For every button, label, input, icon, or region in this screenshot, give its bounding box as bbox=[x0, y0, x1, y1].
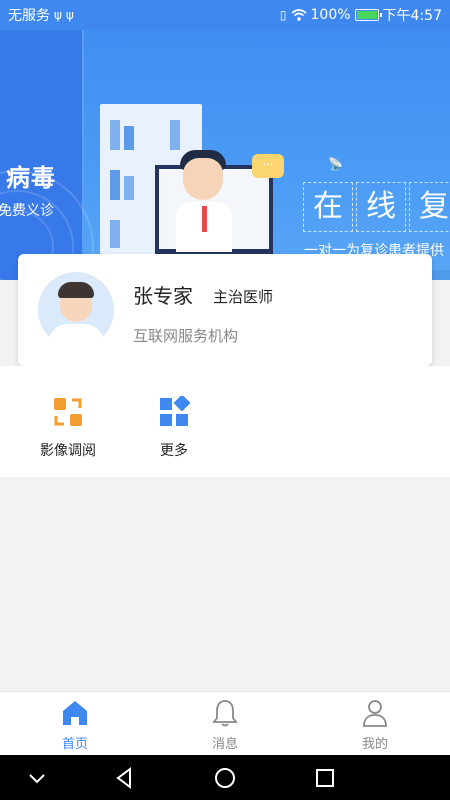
recents-icon[interactable] bbox=[310, 763, 340, 793]
usb-icon-2: ψ bbox=[65, 8, 74, 22]
battery-icon bbox=[354, 9, 382, 21]
more-label: 更多 bbox=[160, 443, 188, 459]
vibrate-icon: ▯ bbox=[279, 8, 287, 22]
tab-messages[interactable]: 消息 bbox=[175, 692, 275, 756]
back-icon[interactable] bbox=[110, 763, 140, 793]
banner-char-2: 线 bbox=[356, 182, 406, 232]
more-button[interactable]: 更多 bbox=[124, 366, 224, 477]
avatar bbox=[38, 272, 114, 348]
tab-profile-label: 我的 bbox=[361, 737, 388, 752]
doctor-illustration-head bbox=[183, 158, 223, 200]
doctor-profile-card[interactable]: 张专家 主治医师 互联网服务机构 bbox=[18, 254, 432, 366]
image-review-button[interactable]: 影像调阅 bbox=[18, 366, 118, 477]
status-bar: 无服务 ψ ψ ▯ 100% 下午4:57 bbox=[0, 0, 450, 30]
banner-char-1: 在 bbox=[303, 182, 353, 232]
promo-banner[interactable]: 病毒 免费义诊 ··· 📡 在 线 复 一对一为复诊患者提供 bbox=[0, 30, 450, 280]
usb-icon: ψ bbox=[54, 8, 62, 22]
system-nav-bar bbox=[0, 755, 450, 800]
tab-profile[interactable]: 我的 bbox=[325, 692, 425, 756]
doctor-title: 主治医师 bbox=[213, 288, 274, 306]
more-grid-icon bbox=[160, 396, 190, 426]
bottom-tab-bar: 首页 消息 我的 bbox=[0, 691, 450, 755]
quick-actions-panel: 影像调阅 更多 bbox=[0, 366, 450, 477]
battery-percent: 100% bbox=[310, 7, 351, 23]
doctor-name: 张专家 bbox=[133, 284, 193, 308]
tab-home[interactable]: 首页 bbox=[25, 692, 125, 756]
person-icon bbox=[363, 700, 387, 727]
bell-icon bbox=[212, 700, 238, 727]
tab-messages-label: 消息 bbox=[211, 737, 238, 752]
satellite-icon: 📡 bbox=[328, 157, 343, 171]
doctor-illustration-tie bbox=[202, 206, 207, 232]
chevron-down-icon[interactable] bbox=[22, 763, 52, 793]
clock-time: 下午4:57 bbox=[382, 8, 442, 24]
banner-char-3: 复 bbox=[409, 182, 450, 232]
doctor-organization: 互联网服务机构 bbox=[133, 327, 239, 345]
chat-bubble-icon: ··· bbox=[252, 154, 284, 178]
wifi-icon bbox=[290, 9, 307, 21]
image-review-label: 影像调阅 bbox=[40, 443, 96, 459]
carrier-text: 无服务 bbox=[8, 8, 50, 24]
home-circle-icon[interactable] bbox=[210, 763, 240, 793]
image-review-icon bbox=[54, 398, 82, 426]
banner-left-subtitle: 免费义诊 bbox=[0, 203, 54, 219]
banner-left-title: 病毒 bbox=[6, 164, 56, 192]
home-icon bbox=[63, 701, 87, 725]
tab-home-label: 首页 bbox=[61, 737, 88, 752]
